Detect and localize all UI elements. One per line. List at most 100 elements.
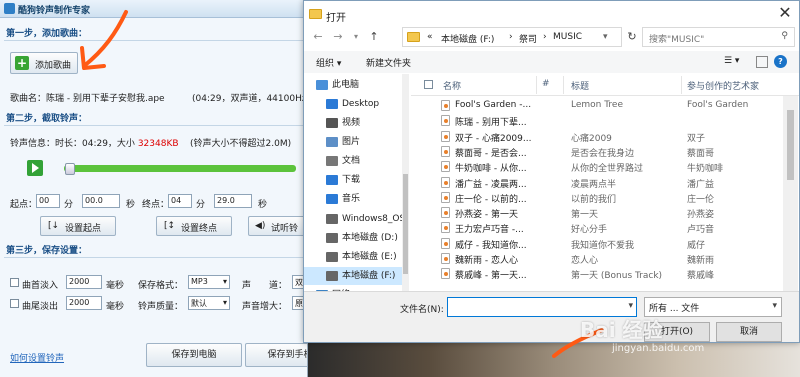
close-icon[interactable]: ✕ (770, 2, 799, 24)
column-artist[interactable]: 参与创作的艺术家 (687, 79, 759, 92)
file-name: 双子 - 心痛2009... (455, 133, 532, 144)
chevron-down-icon[interactable]: ▾ (348, 28, 364, 46)
nav-item-label: Desktop (342, 99, 380, 109)
fade-out-checkbox[interactable] (10, 299, 19, 308)
breadcrumb-overflow[interactable]: « (427, 32, 433, 42)
format-value: MP3 (191, 277, 208, 286)
fade-in-input[interactable]: 2000 (66, 275, 102, 289)
file-type-select[interactable]: 所有 ... 文件 ▾ (644, 297, 782, 317)
chevron-down-icon[interactable]: ▾ (603, 32, 608, 42)
breadcrumb-folder[interactable]: 祭司 (519, 32, 537, 45)
file-title: 是否会在我身边 (571, 148, 635, 159)
ring-size: 32348KB (137, 139, 179, 149)
dialog-titlebar: 打开 ✕ (304, 1, 799, 27)
preview-button[interactable]: ◀) 试听铃 (248, 216, 307, 236)
nav-item[interactable]: 本地磁盘 (F:) (304, 267, 404, 285)
audio-file-icon (441, 191, 450, 203)
file-row[interactable]: 蔡面哥 - 是否会... 是否会在我身边 蔡面哥 (411, 144, 781, 159)
new-folder-button[interactable]: 新建文件夹 (366, 56, 411, 69)
file-row[interactable]: 双子 - 心痛2009... 心痛2009 双子 (411, 129, 781, 144)
cancel-button[interactable]: 取消 (716, 322, 782, 342)
file-row[interactable]: 威仔 - 我知道你... 我知道你不爱我 威仔 (411, 236, 781, 251)
file-name: 孙燕姿 - 第一天 (455, 210, 518, 221)
breadcrumb-current[interactable]: MUSIC (553, 32, 582, 42)
play-button[interactable] (27, 160, 43, 176)
waveform-track[interactable] (64, 165, 296, 172)
column-separator[interactable] (536, 76, 537, 94)
file-row[interactable]: 牛奶咖啡 - 从你... 从你的全世界路过 牛奶咖啡 (411, 159, 781, 174)
format-select[interactable]: MP3 ▾ (188, 275, 230, 289)
video-icon (326, 118, 338, 128)
help-icon[interactable]: ? (774, 55, 787, 68)
list-header: 名称 # 标题 参与创作的艺术家 (411, 74, 799, 96)
address-row: ← → ▾ ↑ « 本地磁盘 (F:) › 祭司 › MUSIC ▾ ↻ 搜索"… (304, 27, 799, 49)
file-row[interactable]: 孙燕姿 - 第一天 第一天 孙燕姿 (411, 205, 781, 220)
column-separator[interactable] (563, 76, 564, 94)
file-row[interactable]: 庄一伦 - 以前的... 以前的我们 庄一伦 (411, 190, 781, 205)
how-to-link[interactable]: 如何设置铃声 (10, 351, 64, 364)
nav-item[interactable]: 本地磁盘 (E:) (304, 248, 404, 266)
list-scrollbar[interactable] (783, 96, 798, 291)
channel-label: 声 道： (242, 281, 288, 291)
column-name[interactable]: 名称 (443, 79, 461, 92)
back-icon[interactable]: ← (310, 28, 326, 46)
organize-menu[interactable]: 组织 ▾ (316, 56, 341, 69)
save-to-pc-button[interactable]: 保存到电脑 (146, 343, 242, 367)
set-start-button[interactable]: [↓ 设置起点 (40, 216, 116, 236)
nav-item[interactable]: 图片 (304, 133, 404, 151)
nav-item-label: 此电脑 (332, 80, 360, 90)
file-row[interactable]: 蔡戚峰 - 第一天... 第一天 (Bonus Track) 蔡戚峰 (411, 266, 781, 281)
file-name: 陈瑞 - 别用下辈... (455, 118, 527, 129)
set-end-button[interactable]: [↕ 设置终点 (156, 216, 232, 236)
file-name: 牛奶咖啡 - 从你... (455, 164, 527, 175)
up-arrow-icon[interactable]: ↑ (366, 28, 382, 46)
nav-item[interactable]: 此电脑 (304, 76, 404, 94)
fade-in-checkbox[interactable] (10, 278, 19, 287)
end-sec-input[interactable]: 29.0 (214, 194, 252, 208)
column-number[interactable]: # (542, 79, 550, 89)
save-to-phone-button[interactable]: 保存到手机 (245, 343, 307, 367)
file-title: 第一天 (Bonus Track) (571, 271, 663, 282)
ring-note: (铃声大小不得超过2.0M) (190, 139, 292, 149)
audio-file-icon (441, 176, 450, 188)
nav-item[interactable]: Windows8_OS (304, 210, 405, 228)
view-options-icon[interactable]: ☰ ▾ (724, 56, 739, 66)
breadcrumb-drive[interactable]: 本地磁盘 (F:) (441, 32, 494, 45)
search-input[interactable]: 搜索"MUSIC" ⚲ (642, 27, 795, 47)
app-logo-icon (4, 3, 15, 14)
quality-select[interactable]: 默认 ▾ (188, 296, 230, 310)
select-all-checkbox[interactable] (424, 80, 433, 89)
end-min-input[interactable]: 04 (168, 194, 192, 208)
file-row[interactable]: Fool's Garden -... Lemon Tree Fool's Garde… (411, 98, 781, 113)
preview-pane-icon[interactable] (756, 56, 768, 68)
forward-icon[interactable]: → (330, 28, 346, 46)
start-handle[interactable] (65, 163, 75, 175)
start-min-input[interactable]: 00 (36, 194, 60, 208)
address-bar[interactable]: « 本地磁盘 (F:) › 祭司 › MUSIC ▾ (402, 27, 622, 47)
scrollbar-thumb[interactable] (787, 110, 794, 180)
nav-item[interactable]: 下载 (304, 171, 404, 189)
file-row[interactable]: 王力宏卢巧音 -... 好心分手 卢巧音 (411, 220, 781, 235)
start-sec-input[interactable]: 00.0 (82, 194, 120, 208)
drive-icon (326, 214, 338, 224)
file-row[interactable]: 陈瑞 - 别用下辈... (411, 113, 781, 128)
scrollbar-thumb[interactable] (403, 174, 408, 274)
audio-file-icon (441, 100, 450, 111)
refresh-icon[interactable]: ↻ (624, 28, 640, 46)
nav-item[interactable]: 音乐 (304, 190, 404, 208)
divider (4, 257, 304, 258)
file-row[interactable]: 魏新雨 - 恋人心 恋人心 魏新雨 (411, 251, 781, 266)
fade-in-label: 曲首淡入 (22, 281, 59, 291)
nav-item[interactable]: 文档 (304, 152, 404, 170)
column-title[interactable]: 标题 (571, 79, 589, 92)
file-row[interactable]: 潘广益 - 凌晨两... 凌晨两点半 潘广益 (411, 175, 781, 190)
column-separator[interactable] (681, 76, 682, 94)
nav-item[interactable]: Desktop (304, 95, 404, 113)
nav-scrollbar[interactable] (402, 74, 409, 291)
speaker-icon: ◀) (255, 221, 266, 231)
fade-out-input[interactable]: 2000 (66, 296, 102, 310)
watermark-url: jingyan.baidu.com (612, 343, 705, 354)
nav-item[interactable]: 本地磁盘 (D:) (304, 229, 404, 247)
volume-label: 声音增大： (242, 302, 288, 312)
nav-item[interactable]: 视频 (304, 114, 404, 132)
